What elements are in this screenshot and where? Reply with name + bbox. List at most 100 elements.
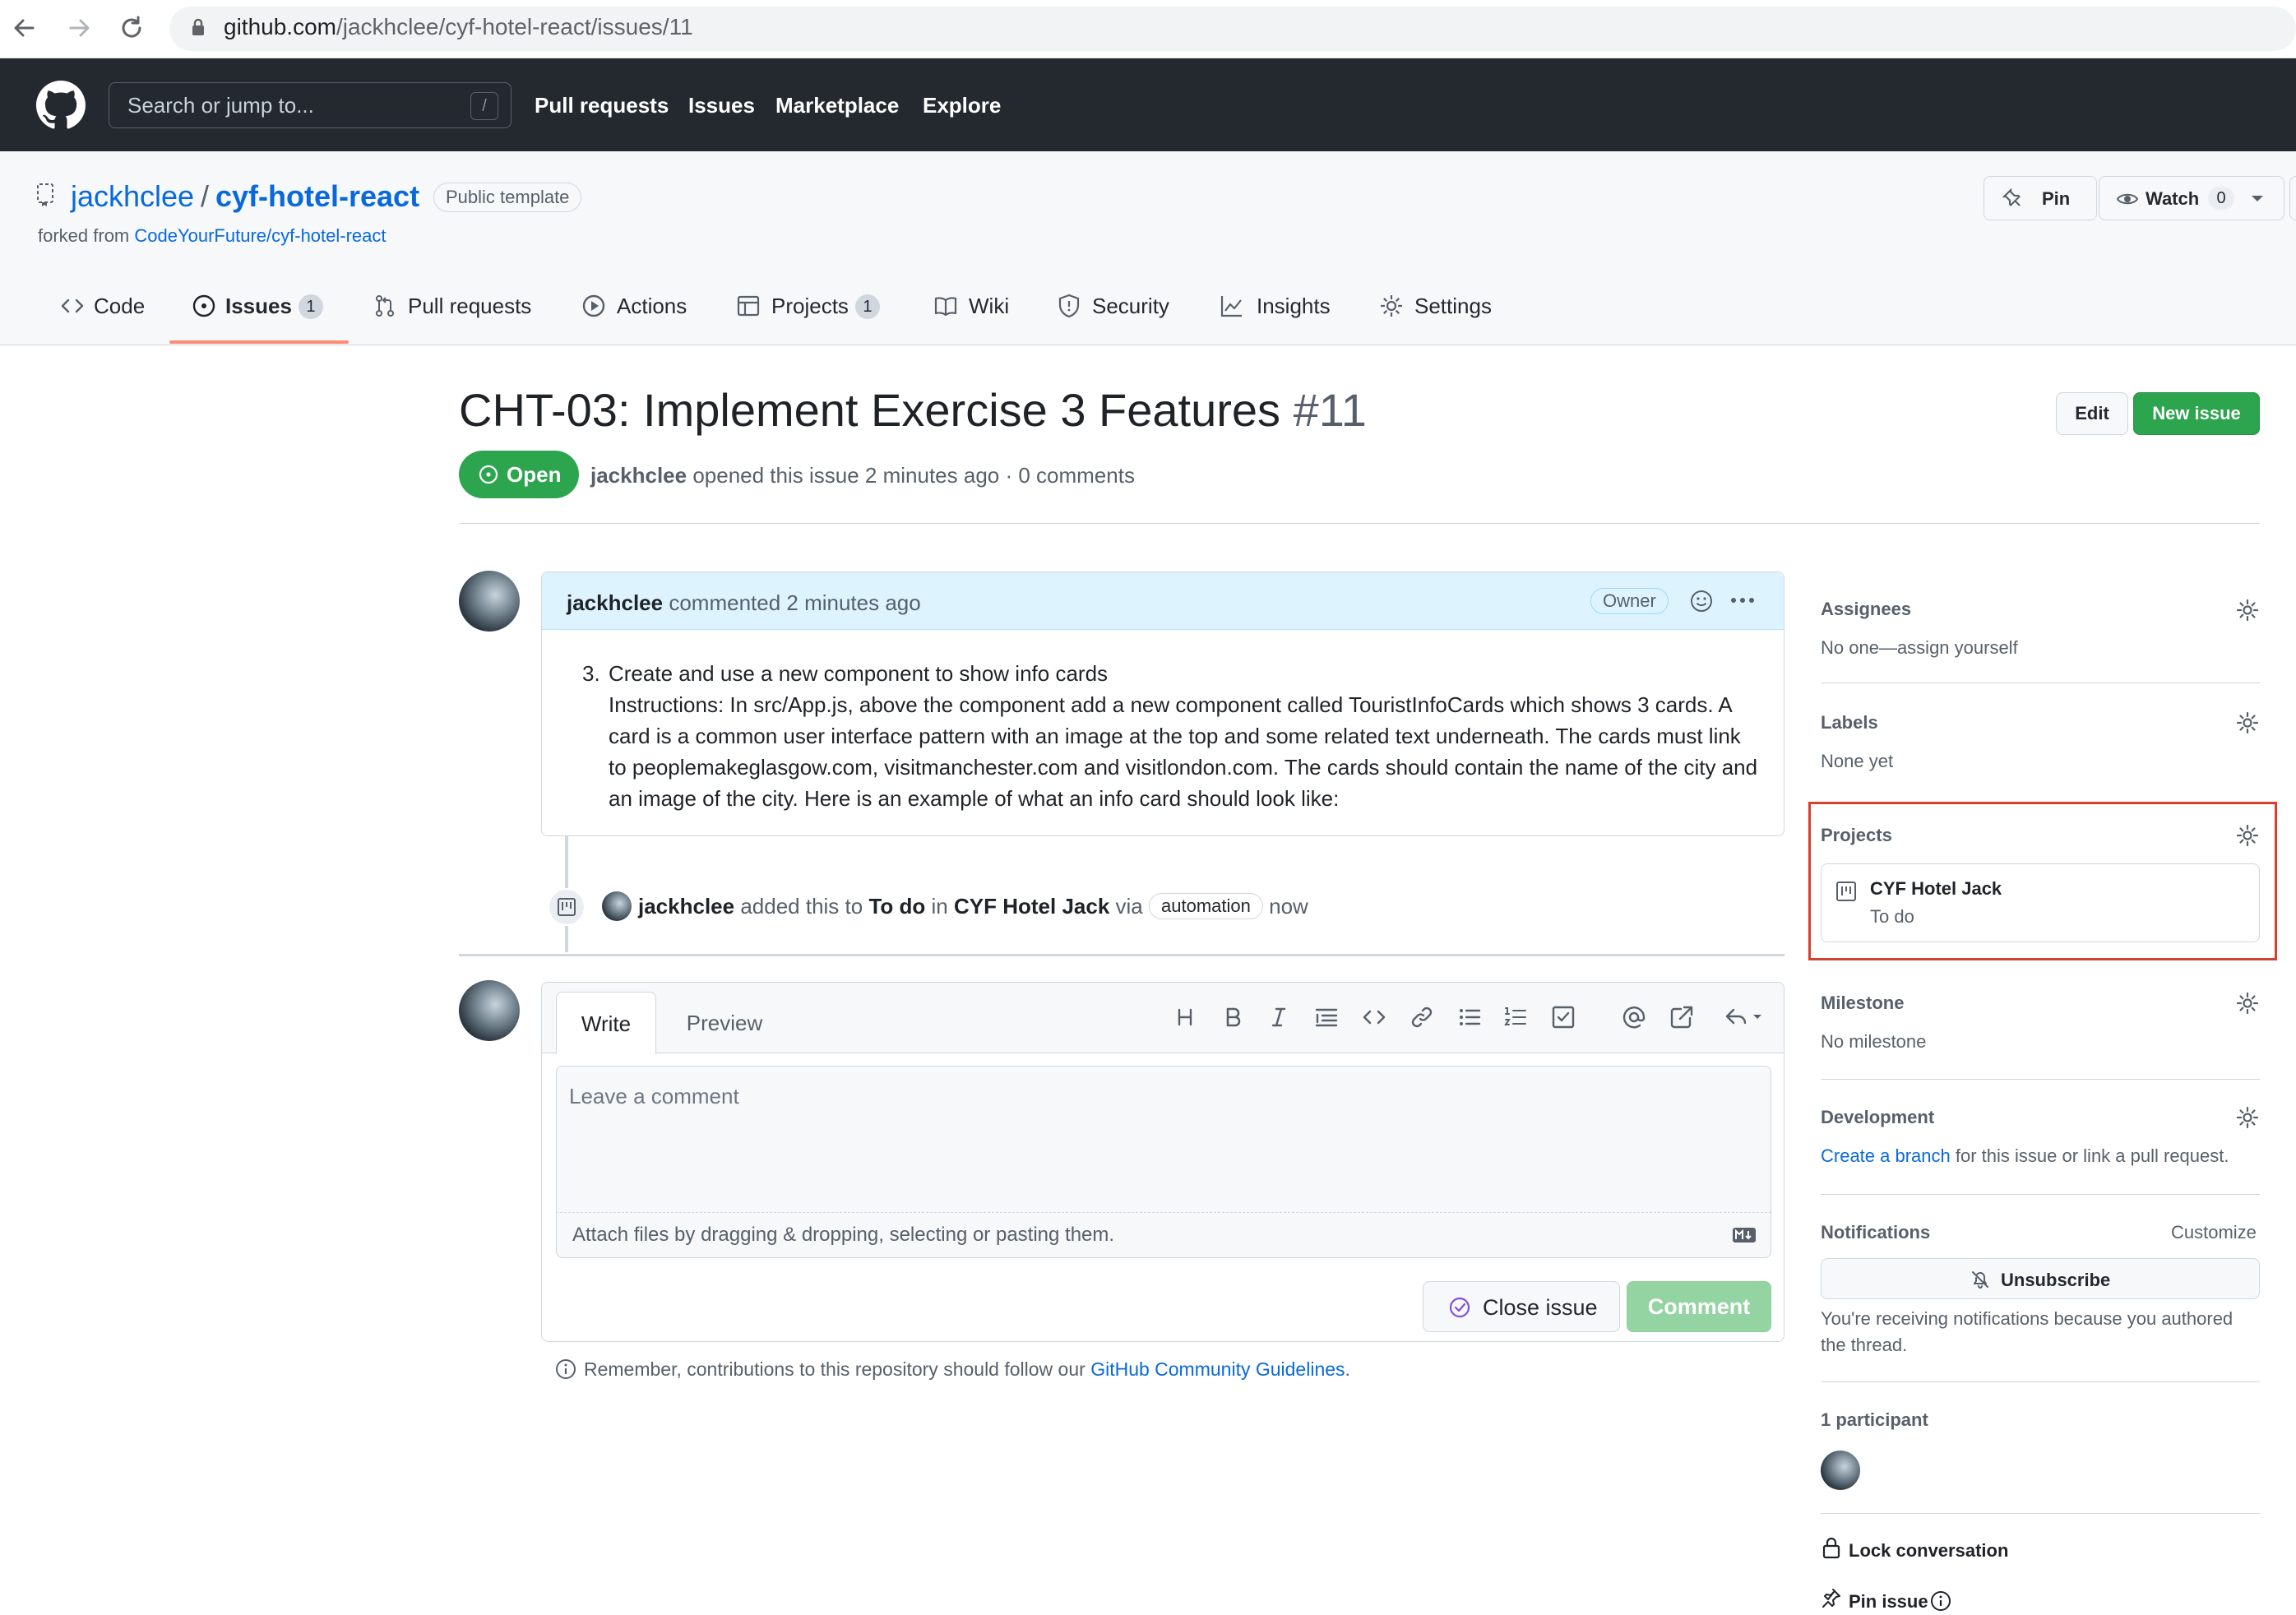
issue-opened-text: opened this issue 2 minutes ago · 0 comm… [692, 463, 1135, 488]
close-issue-button[interactable]: Close issue [1423, 1281, 1620, 1332]
tab-write[interactable]: Write [556, 992, 656, 1054]
development-heading[interactable]: Development [1821, 1107, 1934, 1128]
community-guidelines-link[interactable]: GitHub Community Guidelines [1090, 1358, 1345, 1380]
mention-icon[interactable] [1620, 1003, 1648, 1031]
timeline-project-link[interactable]: CYF Hotel Jack [954, 894, 1109, 919]
gear-icon[interactable] [2235, 991, 2260, 1016]
lock-icon[interactable] [191, 18, 206, 36]
cross-reference-icon[interactable] [1668, 1003, 1696, 1031]
slash-shortcut-key: / [470, 92, 498, 120]
quote-icon[interactable] [1312, 1003, 1340, 1031]
assign-yourself-link[interactable]: No one—assign yourself [1821, 637, 2018, 659]
tab-security-label: Security [1092, 294, 1169, 318]
italic-icon[interactable] [1265, 1003, 1293, 1031]
avatar[interactable] [459, 571, 520, 632]
edit-title-button[interactable]: Edit [2056, 392, 2128, 435]
automation-badge: automation [1149, 893, 1263, 919]
comment-author-link[interactable]: jackhclee [567, 590, 663, 615]
milestone-heading[interactable]: Milestone [1821, 993, 1904, 1014]
visibility-badge: Public template [433, 183, 582, 212]
tab-wiki[interactable]: Wiki [969, 294, 1009, 319]
header-nav-pull-requests[interactable]: Pull requests [535, 93, 669, 118]
watch-label: Watch [2146, 188, 2200, 209]
arrow-left-icon[interactable] [8, 12, 41, 44]
tab-actions[interactable]: Actions [617, 294, 687, 319]
watch-button[interactable]: Watch 0 [2099, 176, 2284, 220]
markdown-icon[interactable] [1732, 1227, 1757, 1243]
gear-icon[interactable] [2235, 1105, 2260, 1130]
repo-owner-link[interactable]: jackhclee [71, 179, 194, 214]
list-number: 3. [582, 661, 600, 686]
info-icon[interactable] [1929, 1590, 1952, 1613]
repo-name-link[interactable]: cyf-hotel-react [215, 179, 419, 214]
gear-icon[interactable] [2235, 823, 2260, 848]
tab-pull-requests[interactable]: Pull requests [408, 294, 531, 319]
lock-conversation-link[interactable]: Lock conversation [1849, 1540, 2008, 1562]
assignees-heading[interactable]: Assignees [1821, 599, 1911, 620]
pin-issue-link[interactable]: Pin issue [1849, 1591, 1928, 1613]
timeline-line [565, 836, 568, 890]
avatar[interactable] [602, 891, 632, 921]
gear-icon[interactable] [2235, 598, 2260, 622]
tab-insights[interactable]: Insights [1257, 294, 1331, 319]
project-column: To do [1870, 906, 1914, 927]
customize-link[interactable]: Customize [2171, 1222, 2257, 1243]
header-nav-issues[interactable]: Issues [688, 93, 755, 118]
heading-icon[interactable] [1171, 1003, 1199, 1031]
watch-count: 0 [2208, 187, 2234, 210]
fork-button-edge[interactable] [2289, 176, 2296, 220]
arrow-right-icon[interactable] [62, 12, 95, 44]
tab-settings[interactable]: Settings [1414, 294, 1492, 319]
avatar[interactable] [1821, 1451, 1860, 1490]
forked-from: forked from CodeYourFuture/cyf-hotel-rea… [38, 225, 387, 247]
tab-code[interactable]: Code [94, 294, 145, 319]
gear-icon[interactable] [2235, 710, 2260, 735]
divider [1821, 1194, 2260, 1195]
timeline-author-link[interactable]: jackhclee [638, 894, 734, 919]
projects-heading[interactable]: Projects [1821, 825, 1892, 846]
comment-timestamp[interactable]: commented 2 minutes ago [669, 590, 920, 615]
create-branch-link[interactable]: Create a branch [1821, 1145, 1951, 1166]
reload-icon[interactable] [115, 12, 148, 44]
divider [1821, 1381, 2260, 1382]
tab-security[interactable]: Security [1092, 294, 1169, 319]
info-icon [554, 1358, 577, 1381]
bold-icon[interactable] [1219, 1003, 1247, 1031]
divider [1821, 1079, 2260, 1080]
issue-state-label: Open [507, 462, 562, 487]
notifications-heading: Notifications [1821, 1222, 1931, 1242]
url-text[interactable]: github.com/jackhclee/cyf-hotel-react/iss… [224, 14, 693, 40]
avatar[interactable] [459, 980, 520, 1041]
new-issue-button[interactable]: New issue [2133, 392, 2260, 435]
unsubscribe-label: Unsubscribe [2001, 1270, 2111, 1290]
forked-from-link[interactable]: CodeYourFuture/cyf-hotel-react [134, 225, 386, 246]
project-card[interactable] [1821, 863, 2260, 942]
header-nav-explore[interactable]: Explore [923, 93, 1001, 118]
tab-preview[interactable]: Preview [673, 992, 776, 1054]
unordered-list-icon[interactable] [1456, 1003, 1484, 1031]
comment-button[interactable]: Comment [1627, 1281, 1771, 1332]
link-icon[interactable] [1408, 1003, 1436, 1031]
smiley-icon[interactable] [1689, 589, 1714, 613]
development-text: for this issue or link a pull request. [1955, 1145, 2229, 1166]
tasklist-icon[interactable] [1549, 1003, 1577, 1031]
timeline-text: in [931, 894, 948, 919]
unsubscribe-button[interactable]: Unsubscribe [1821, 1258, 2260, 1299]
ordered-list-icon[interactable] [1502, 1003, 1530, 1031]
code-icon[interactable] [1360, 1003, 1388, 1031]
issue-author-link[interactable]: jackhclee [590, 463, 687, 488]
milestone-value: No milestone [1821, 1031, 1927, 1052]
kebab-horizontal-icon[interactable] [1727, 584, 1758, 617]
timeline-time[interactable]: now [1269, 894, 1308, 919]
close-issue-label: Close issue [1483, 1295, 1598, 1320]
tab-projects[interactable]: Projects 1 [771, 294, 880, 319]
labels-heading[interactable]: Labels [1821, 712, 1878, 733]
header-nav-marketplace[interactable]: Marketplace [775, 93, 899, 118]
github-logo-icon[interactable] [36, 81, 86, 130]
comment-author-line: jackhclee commented 2 minutes ago [567, 590, 921, 616]
reply-icon[interactable] [1722, 1003, 1768, 1031]
pin-repo-button[interactable]: Pin [1984, 176, 2097, 220]
project-name-link[interactable]: CYF Hotel Jack [1870, 878, 2002, 900]
tab-issues[interactable]: Issues 1 [225, 294, 323, 319]
labels-value: None yet [1821, 751, 1894, 771]
